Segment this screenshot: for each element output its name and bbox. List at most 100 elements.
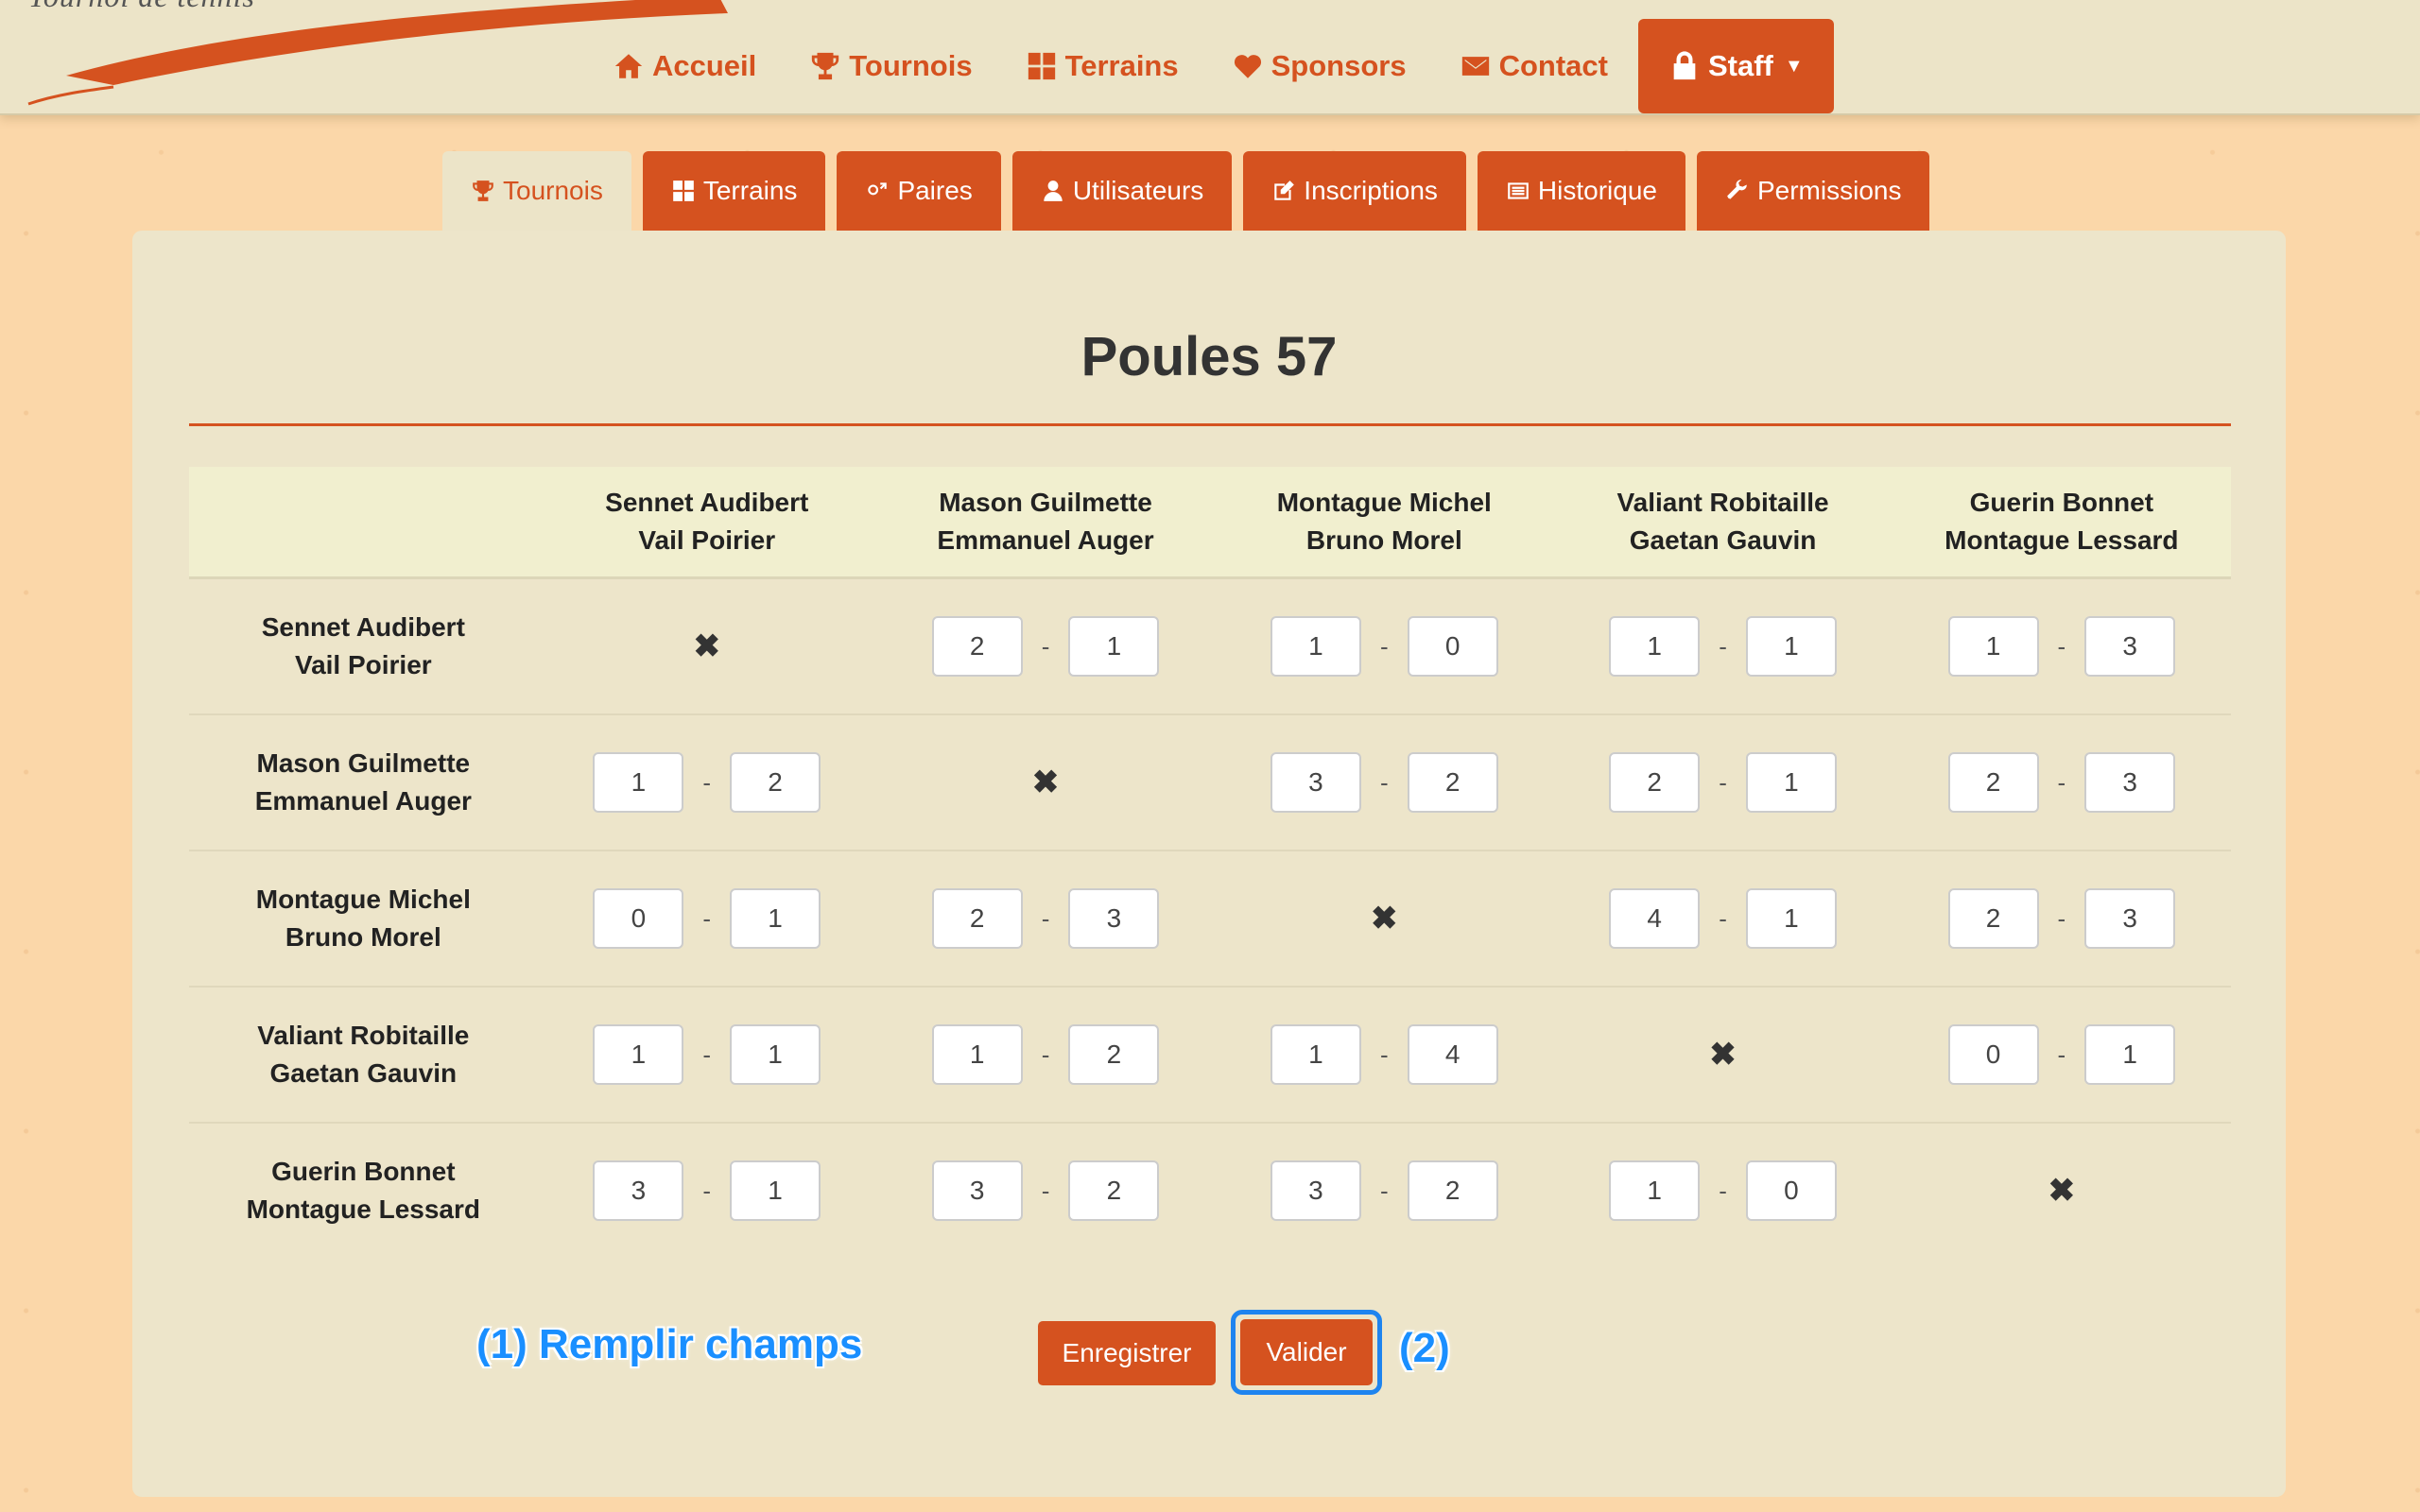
score-separator: -: [1719, 631, 1727, 661]
score-input-away[interactable]: 1: [730, 888, 821, 949]
match-cell: 1-2: [875, 986, 1216, 1123]
save-button[interactable]: Enregistrer: [1038, 1321, 1216, 1385]
table-row: Guerin Bonnet Montague Lessard 3-1 3-2 3-2 1-…: [189, 1122, 2231, 1258]
row-team-5: Guerin Bonnet Montague Lessard: [189, 1122, 538, 1258]
score-input-away[interactable]: 1: [1745, 752, 1837, 813]
score-input-away[interactable]: 1: [730, 1024, 821, 1085]
tab-paires[interactable]: Paires: [837, 151, 1001, 231]
score-input-home[interactable]: 3: [1270, 752, 1361, 813]
score-pair: 1-0: [1270, 616, 1498, 677]
trophy-icon: [812, 52, 839, 80]
nav-tournois[interactable]: Tournois: [783, 19, 998, 113]
score-separator: -: [2057, 631, 2066, 661]
admin-tabs: Tournois Terrains Paires Utilisateurs In…: [442, 151, 1930, 231]
score-pair: 0-1: [593, 888, 821, 949]
user-icon: [1044, 180, 1063, 201]
match-cell: 2-3: [1892, 713, 2231, 850]
list-icon: [1508, 182, 1529, 199]
match-cell: 1-0: [1553, 1122, 1893, 1258]
score-input-away[interactable]: 2: [1407, 752, 1498, 813]
score-input-home[interactable]: 0: [593, 888, 684, 949]
self-match-mark-icon: ✖: [1371, 901, 1398, 936]
score-separator: -: [1041, 1176, 1050, 1205]
score-pair: 1-1: [1609, 616, 1837, 677]
tab-utilisateurs[interactable]: Utilisateurs: [1011, 151, 1233, 231]
score-pair: 2-3: [1947, 752, 2176, 813]
score-input-away[interactable]: 2: [1407, 1160, 1498, 1221]
score-separator: -: [2057, 1040, 2066, 1069]
score-input-home[interactable]: 2: [1947, 752, 2039, 813]
nav-accueil[interactable]: Accueil: [586, 19, 783, 113]
score-input-home[interactable]: 1: [1609, 1160, 1701, 1221]
table-row: Montague Michel Bruno Morel 0-1 2-3 ✖ 4-1 2-3: [189, 850, 2231, 987]
table-row: Sennet Audibert Vail Poirier ✖ 2-1 1-0 1-1 1-3: [189, 578, 2231, 715]
score-input-home[interactable]: 3: [931, 1160, 1023, 1221]
score-input-away[interactable]: 0: [1407, 616, 1498, 677]
score-input-home[interactable]: 2: [931, 616, 1023, 677]
score-input-home[interactable]: 3: [593, 1160, 684, 1221]
match-cell: 1-1: [537, 986, 876, 1123]
score-input-home[interactable]: 1: [1947, 616, 2039, 677]
score-pair: 3-2: [1270, 752, 1498, 813]
score-separator: -: [1719, 903, 1727, 933]
score-input-home[interactable]: 3: [1270, 1160, 1361, 1221]
score-input-away[interactable]: 3: [2084, 888, 2176, 949]
match-cell: 1-0: [1215, 578, 1553, 715]
top-navbar: Tournoi de tennis Accueil Tournois Terra…: [0, 0, 2420, 115]
score-input-away[interactable]: 3: [1068, 888, 1160, 949]
score-input-away[interactable]: 2: [1068, 1024, 1160, 1085]
match-cell: 2-1: [876, 578, 1215, 715]
score-input-home[interactable]: 4: [1609, 888, 1701, 949]
row-team-3: Montague Michel Bruno Morel: [189, 850, 538, 987]
trophy-icon: [473, 180, 493, 201]
match-cell: ✖: [875, 713, 1216, 850]
score-input-away[interactable]: 1: [730, 1160, 821, 1221]
tab-historique[interactable]: Historique: [1477, 151, 1685, 231]
score-pair: 1-4: [1270, 1024, 1498, 1085]
nav-terrains[interactable]: Terrains: [999, 19, 1205, 113]
tab-inscriptions[interactable]: Inscriptions: [1243, 151, 1466, 231]
score-input-home[interactable]: 2: [1947, 888, 2039, 949]
score-input-away[interactable]: 1: [1745, 616, 1837, 677]
score-input-home[interactable]: 2: [1609, 752, 1701, 813]
table-row: Mason Guilmette Emmanuel Auger 1-2 ✖ 3-2 2-1 2…: [189, 713, 2231, 850]
score-input-away[interactable]: 1: [1068, 616, 1160, 677]
validate-button[interactable]: Valider: [1240, 1319, 1373, 1385]
score-input-away[interactable]: 3: [2084, 752, 2176, 813]
gender-icon: [868, 182, 888, 196]
score-input-home[interactable]: 0: [1947, 1024, 2039, 1085]
score-input-away[interactable]: 2: [730, 752, 821, 813]
score-input-away[interactable]: 0: [1745, 1160, 1837, 1221]
score-input-home[interactable]: 1: [1270, 1024, 1361, 1085]
score-pair: 0-1: [1947, 1024, 2176, 1085]
score-input-home[interactable]: 1: [931, 1024, 1023, 1085]
score-separator: -: [702, 903, 712, 933]
column-team-2: Mason Guilmette Emmanuel Auger: [875, 467, 1216, 579]
tab-permissions[interactable]: Permissions: [1696, 151, 1930, 231]
score-input-away[interactable]: 4: [1407, 1024, 1498, 1085]
score-separator: -: [1041, 1040, 1050, 1069]
title-divider: [189, 423, 2231, 426]
tab-terrains[interactable]: Terrains: [642, 151, 826, 231]
home-icon: [614, 54, 643, 78]
score-pair: 1-0: [1609, 1160, 1837, 1221]
score-input-away[interactable]: 2: [1068, 1160, 1160, 1221]
match-cell: 2-1: [1553, 713, 1893, 850]
score-input-home[interactable]: 1: [1609, 616, 1701, 677]
score-input-home[interactable]: 1: [593, 752, 684, 813]
score-input-away[interactable]: 3: [2084, 616, 2176, 677]
score-input-home[interactable]: 1: [1270, 616, 1361, 677]
score-input-away[interactable]: 1: [1745, 888, 1837, 949]
nav-staff-dropdown[interactable]: Staff ▼: [1637, 19, 1834, 113]
heart-icon: [1234, 55, 1261, 78]
score-input-home[interactable]: 1: [593, 1024, 684, 1085]
score-input-away[interactable]: 1: [2084, 1024, 2176, 1085]
score-input-home[interactable]: 2: [931, 888, 1023, 949]
score-separator: -: [1041, 903, 1050, 933]
nav-sponsors[interactable]: Sponsors: [1205, 19, 1433, 113]
column-team-3: Montague Michel Bruno Morel: [1215, 467, 1554, 579]
score-separator: -: [1041, 631, 1050, 661]
tab-tournois[interactable]: Tournois: [442, 151, 631, 231]
nav-contact[interactable]: Contact: [1433, 19, 1634, 113]
score-pair: 1-2: [593, 752, 821, 813]
